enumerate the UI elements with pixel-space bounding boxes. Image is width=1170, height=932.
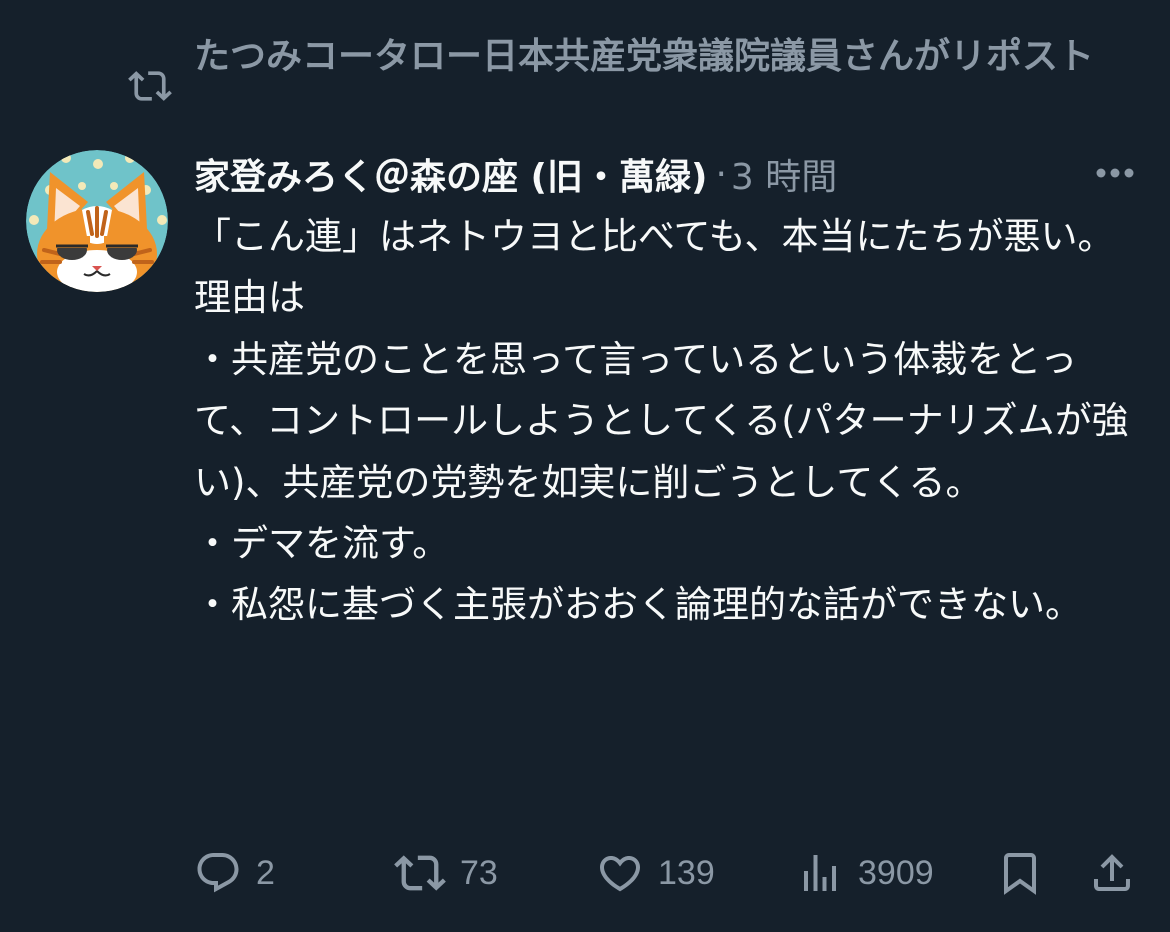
cat-avatar-icon: [26, 150, 168, 292]
views-button[interactable]: 3909: [796, 848, 934, 898]
post-header: 家登みろく＠森の座 (旧・萬緑) · 3 時間: [194, 144, 1144, 204]
post-line: 「こん連」はネトウヨと比べても、本当にたちが悪い。: [194, 215, 1115, 258]
repost-attribution[interactable]: たつみコータロー日本共産党衆議院議員さんがリポスト: [194, 30, 1134, 84]
share-button[interactable]: [1088, 848, 1136, 898]
reply-icon: [194, 849, 242, 897]
post-line: ・デマを流す。: [194, 522, 450, 566]
views-icon: [796, 849, 844, 897]
bookmark-button[interactable]: [996, 848, 1044, 898]
post-line: ・私怨に基づく主張がおおく論理的な話ができない。: [194, 583, 1082, 627]
bookmark-icon: [996, 849, 1044, 897]
post-time[interactable]: 3 時間: [731, 148, 837, 200]
post-text: 「こん連」はネトウヨと比べても、本当にたちが悪い。 理由は ・共産党のことを思っ…: [194, 206, 1144, 636]
like-button[interactable]: 139: [596, 848, 715, 898]
avatar[interactable]: [26, 150, 168, 292]
repost-button[interactable]: 73: [394, 848, 498, 898]
reply-count: 2: [256, 853, 275, 892]
separator-dot: ·: [715, 153, 727, 195]
more-icon[interactable]: [1090, 158, 1140, 188]
reply-button[interactable]: 2: [194, 848, 275, 898]
post-line: ・共産党のことを思って言っているという体裁をとって、コントロールしようとしてくる…: [194, 337, 1129, 504]
heart-icon: [596, 849, 644, 897]
author-name[interactable]: 家登みろく＠森の座 (旧・萬緑): [194, 148, 707, 200]
share-icon: [1088, 849, 1136, 897]
post-line: 理由は: [194, 276, 305, 320]
repost-icon: [394, 847, 446, 899]
views-count: 3909: [858, 853, 934, 892]
repost-icon: [128, 64, 172, 108]
like-count: 139: [658, 853, 715, 892]
repost-count: 73: [460, 853, 498, 892]
